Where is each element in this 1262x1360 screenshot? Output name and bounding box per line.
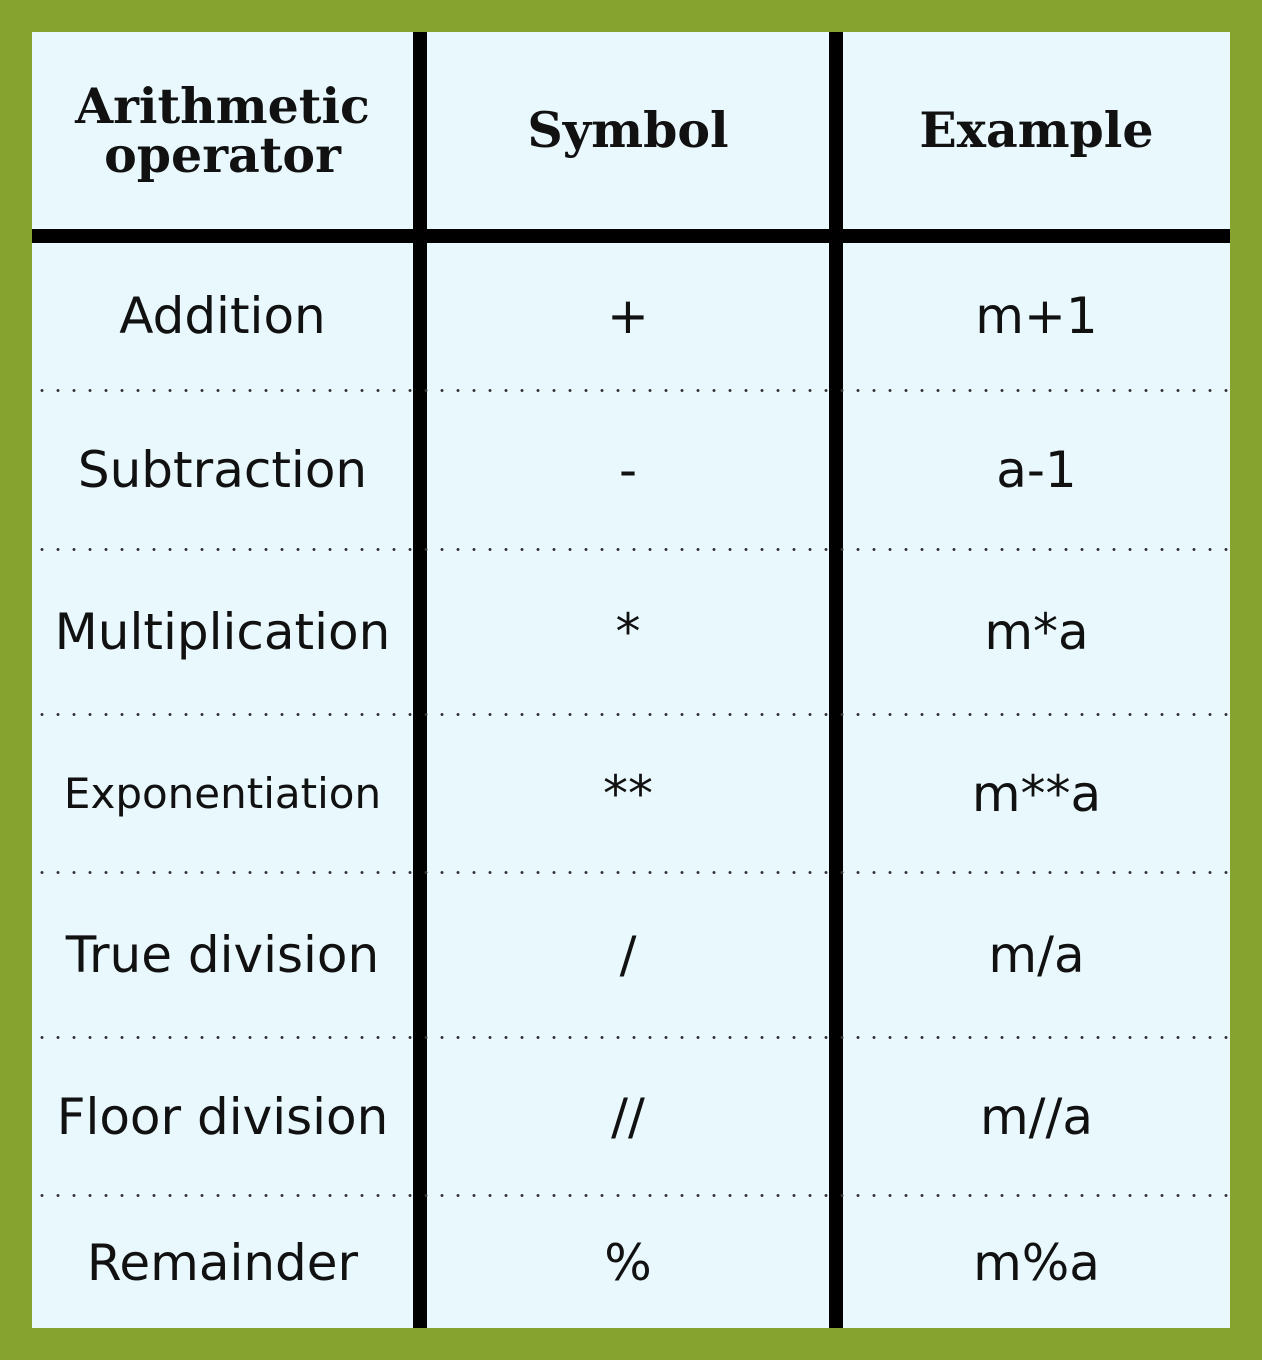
operator-cell: Addition bbox=[119, 287, 326, 345]
operator-cell: Subtraction bbox=[77, 441, 368, 499]
operator-cell: Floor division bbox=[56, 1087, 389, 1146]
symbol-cell: + bbox=[607, 287, 649, 345]
symbol-cell: // bbox=[611, 1087, 645, 1146]
example-cell: m**a bbox=[971, 764, 1102, 823]
example-cell: m*a bbox=[984, 603, 1089, 661]
header-label: Arithmetic operator bbox=[75, 76, 370, 184]
symbol-cell: / bbox=[619, 926, 637, 984]
operator-cell: Multiplication bbox=[54, 603, 391, 661]
symbol-cell: * bbox=[615, 603, 641, 661]
example-cell: m//a bbox=[979, 1087, 1094, 1146]
example-cell: m+1 bbox=[975, 287, 1098, 345]
column-divider-2 bbox=[829, 32, 843, 1328]
header-divider bbox=[32, 229, 1230, 243]
header-label: Example bbox=[919, 101, 1154, 159]
header-example: Example bbox=[843, 32, 1230, 229]
operator-cell: Exponentiation bbox=[63, 769, 382, 818]
example-cell: m%a bbox=[973, 1233, 1100, 1292]
symbol-cell: - bbox=[618, 441, 638, 499]
symbol-cell: % bbox=[604, 1233, 652, 1292]
header-symbol: Symbol bbox=[427, 32, 829, 229]
operator-cell: Remainder bbox=[86, 1233, 359, 1292]
header-arithmetic-operator: Arithmetic operator bbox=[32, 32, 413, 229]
symbol-cell: ** bbox=[603, 764, 653, 823]
example-cell: a-1 bbox=[996, 441, 1077, 499]
header-label: Symbol bbox=[527, 101, 729, 159]
operator-cell: True division bbox=[65, 926, 380, 984]
column-divider-1 bbox=[413, 32, 427, 1328]
example-cell: m/a bbox=[988, 926, 1085, 984]
operators-table: Arithmetic operator Symbol Example Addit… bbox=[32, 32, 1230, 1328]
